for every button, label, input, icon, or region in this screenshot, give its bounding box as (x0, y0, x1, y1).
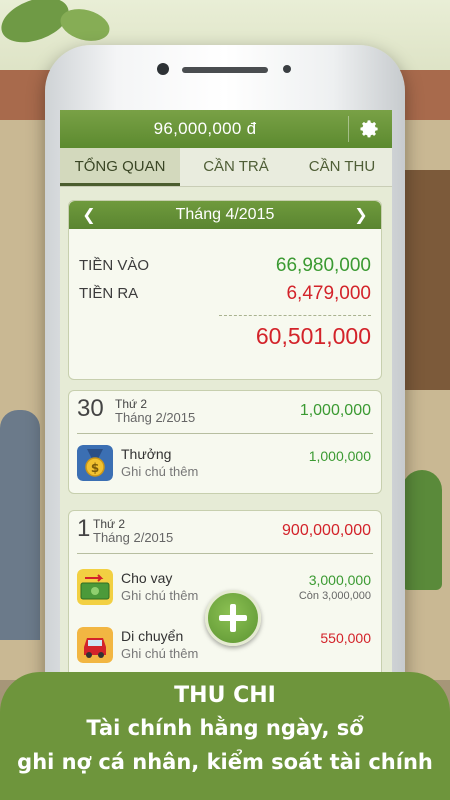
money-transfer-icon (77, 569, 113, 605)
income-row: TIỀN VÀO 66,980,000 (79, 253, 371, 279)
day-number: 1 (77, 515, 91, 542)
car-icon (77, 627, 113, 663)
add-transaction-button[interactable] (205, 590, 261, 646)
app-header: 96,000,000 đ (60, 110, 392, 149)
month-selector: ❮ Tháng 4/2015 ❯ (69, 201, 381, 229)
month-summary-card: ❮ Tháng 4/2015 ❯ TIỀN VÀO 66,980,000 TIỀ… (68, 200, 382, 380)
promo-banner: THU CHI Tài chính hằng ngày, sổ ghi nợ c… (0, 672, 450, 800)
transaction-title: Di chuyển (121, 628, 184, 644)
transaction-note: Ghi chú thêm (121, 588, 199, 603)
transaction-amount: 3,000,000 (308, 572, 371, 588)
gear-icon[interactable] (358, 118, 380, 140)
summary-divider (219, 315, 371, 316)
day-weekday: Thứ 2 (93, 517, 126, 531)
transaction-remaining: Còn 3,000,000 (298, 590, 371, 602)
front-camera (157, 63, 169, 75)
header-divider (348, 116, 349, 142)
total-balance: 96,000,000 đ (153, 119, 257, 138)
medal-icon: $ (77, 445, 113, 481)
background-plant (402, 470, 442, 590)
banner-tagline-line2: ghi nợ cá nhân, kiểm soát tài chính (17, 750, 433, 774)
plus-icon (219, 604, 247, 632)
day-month: Tháng 2/2015 (93, 530, 174, 545)
svg-text:$: $ (91, 461, 99, 475)
day-header: 30 Thứ 2 Tháng 2/2015 1,000,000 (69, 391, 381, 431)
day-number: 30 (77, 395, 104, 422)
day-total: 900,000,000 (282, 522, 371, 539)
tab-receivable[interactable]: CẦN THU (292, 148, 392, 186)
tab-bar: TỔNG QUAN CẦN TRẢ CẦN THU (60, 148, 392, 187)
month-label: Tháng 4/2015 (175, 206, 275, 223)
income-label: TIỀN VÀO (79, 257, 150, 274)
day-total: 1,000,000 (299, 402, 371, 419)
day-month: Tháng 2/2015 (115, 410, 196, 425)
day-header: 1 Thứ 2 Tháng 2/2015 900,000,000 (69, 511, 381, 551)
transaction-amount: 550,000 (320, 630, 371, 646)
tab-payable[interactable]: CẦN TRẢ (186, 148, 286, 186)
transaction-title: Thưởng (121, 446, 172, 462)
expense-label: TIỀN RA (79, 285, 139, 302)
income-value: 66,980,000 (275, 255, 371, 276)
transaction-amount: 1,000,000 (308, 448, 371, 464)
banner-title: THU CHI (174, 683, 276, 708)
day-divider (77, 553, 373, 554)
day-divider (77, 433, 373, 434)
day-card[interactable]: 30 Thứ 2 Tháng 2/2015 1,000,000 $ Thưởng… (68, 390, 382, 494)
expense-row: TIỀN RA 6,479,000 (79, 281, 371, 307)
banner-tagline-line1: Tài chính hằng ngày, sổ (86, 716, 364, 740)
day-weekday: Thứ 2 (115, 397, 148, 411)
net-balance-value: 60,501,000 (255, 323, 371, 349)
tab-overview[interactable]: TỔNG QUAN (60, 148, 180, 186)
transaction-item[interactable]: $ Thưởng Ghi chú thêm 1,000,000 (77, 441, 373, 489)
chevron-right-icon[interactable]: ❯ (347, 201, 375, 229)
background-person (0, 410, 40, 640)
transaction-note: Ghi chú thêm (121, 464, 199, 479)
proximity-sensor (283, 65, 291, 73)
transaction-title: Cho vay (121, 570, 173, 586)
expense-value: 6,479,000 (286, 283, 371, 304)
earpiece-speaker (182, 67, 268, 73)
app-screen: 96,000,000 đ TỔNG QUAN CẦN TRẢ CẦN THU ❮… (60, 110, 392, 680)
transaction-note: Ghi chú thêm (121, 646, 199, 661)
